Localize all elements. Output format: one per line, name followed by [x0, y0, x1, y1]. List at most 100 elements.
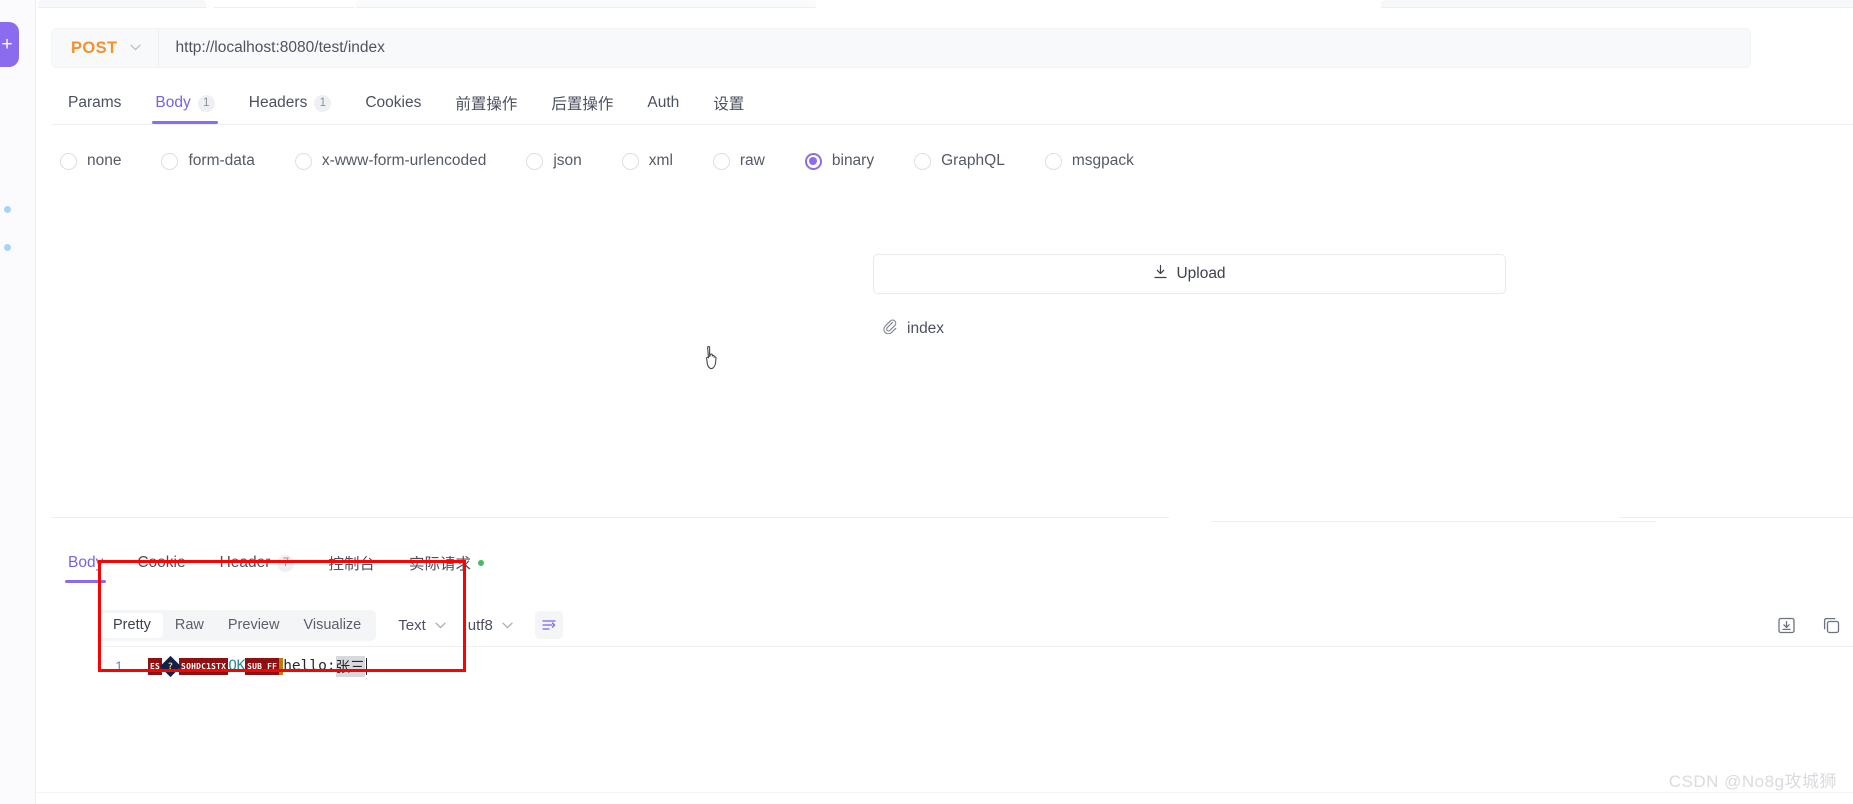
- radio-label: binary: [831, 152, 875, 169]
- tab-label: 后置操作: [551, 96, 614, 113]
- text-caret: [365, 657, 368, 675]
- add-request-button[interactable]: +: [0, 22, 19, 67]
- radio-icon: [914, 152, 932, 170]
- app-window: + POST http://localhost:8080/test/index: [0, 0, 1853, 804]
- top-tab-3[interactable]: [356, 0, 816, 8]
- main-panel: POST http://localhost:8080/test/index Pa…: [36, 0, 1853, 804]
- view-mode-label: Visualize: [303, 617, 362, 633]
- tab-cookies[interactable]: Cookies: [348, 85, 438, 121]
- radio-x-www-form-urlencoded[interactable]: x-www-form-urlencoded: [286, 152, 496, 170]
- method-selector[interactable]: POST: [52, 29, 159, 67]
- upload-icon: [1153, 264, 1168, 285]
- tab-badge: 1: [197, 94, 215, 112]
- top-tab-strip: [36, 0, 1853, 8]
- url-bar-container: POST http://localhost:8080/test/index: [51, 28, 1853, 68]
- tab-label: 实际请求: [408, 556, 471, 573]
- radio-icon: [712, 152, 730, 170]
- line-number: 1: [115, 658, 123, 674]
- tab-label: 设置: [713, 96, 745, 113]
- top-tab-1[interactable]: [38, 0, 206, 8]
- tab-label: Params: [68, 94, 122, 111]
- url-bar: POST http://localhost:8080/test/index: [51, 28, 1751, 68]
- bottom-strip: [36, 792, 1853, 804]
- radio-msgpack[interactable]: msgpack: [1036, 152, 1143, 170]
- radio-json[interactable]: json: [517, 152, 590, 170]
- download-icon[interactable]: [1777, 616, 1796, 635]
- response-actions: [1777, 608, 1841, 642]
- control-char-token-soh: SOHDC1STX: [179, 657, 229, 675]
- watermark: CSDN @No8g攻城狮: [1668, 772, 1837, 791]
- radio-none[interactable]: none: [51, 152, 130, 170]
- view-mode-group: Pretty Raw Preview Visualize: [98, 609, 377, 641]
- tab-post-operation[interactable]: 后置操作: [534, 85, 630, 121]
- radio-label: x-www-form-urlencoded: [321, 152, 487, 169]
- tab-pre-operation[interactable]: 前置操作: [438, 85, 534, 121]
- chevron-down-icon: [435, 616, 446, 634]
- upload-button[interactable]: Upload: [873, 254, 1506, 294]
- response-tab-cookie[interactable]: Cookie: [120, 545, 202, 581]
- text-wrap-icon[interactable]: [534, 611, 563, 639]
- view-mode-visualize[interactable]: Visualize: [291, 613, 373, 638]
- response-tab-console[interactable]: 控制台: [311, 545, 392, 581]
- code-top-divider: [98, 646, 1853, 647]
- tab-params[interactable]: Params: [51, 85, 138, 121]
- plain-text-token: hello:: [283, 658, 336, 674]
- radio-binary[interactable]: binary: [796, 152, 883, 170]
- radio-icon-selected: [804, 152, 822, 170]
- chevron-down-icon: [502, 616, 513, 634]
- response-tab-header[interactable]: Header 7: [203, 545, 312, 581]
- view-mode-label: Pretty: [113, 617, 151, 633]
- tab-headers[interactable]: Headers 1: [232, 85, 349, 121]
- attached-file-name: index: [907, 319, 945, 337]
- radio-xml[interactable]: xml: [613, 152, 682, 170]
- code-line-content: ES ? SOHDC1STX OK SUB FF hello: 张三: [148, 655, 368, 677]
- response-tab-body[interactable]: Body: [51, 545, 120, 583]
- code-line-row[interactable]: 1 ES ? SOHDC1STX OK SUB FF hello: 张三: [98, 654, 368, 678]
- format-select[interactable]: Text: [398, 616, 446, 634]
- tab-badge: 7: [277, 554, 295, 572]
- status-dot-icon: [477, 560, 484, 566]
- response-tabs: Body Cookie Header 7 控制台 实际请求: [51, 545, 501, 587]
- charset-select[interactable]: utf8: [468, 616, 513, 634]
- rail-indicator-dot-2: [4, 244, 11, 251]
- copy-icon[interactable]: [1822, 616, 1841, 635]
- tab-label: Body: [68, 554, 104, 571]
- charset-select-value: utf8: [467, 616, 493, 634]
- radio-form-data[interactable]: form-data: [152, 152, 263, 170]
- view-mode-raw[interactable]: Raw: [163, 613, 216, 638]
- radio-label: msgpack: [1071, 152, 1134, 169]
- top-tab-4[interactable]: [1381, 0, 1853, 8]
- radio-label: form-data: [188, 152, 255, 169]
- url-input[interactable]: http://localhost:8080/test/index: [159, 29, 1750, 67]
- radio-icon: [161, 152, 179, 170]
- selected-text-token: 张三: [335, 655, 365, 677]
- radio-icon: [60, 152, 77, 170]
- attached-file-row[interactable]: index: [882, 318, 944, 339]
- tab-label: Cookie: [137, 554, 186, 571]
- body-type-radio-group: none form-data x-www-form-urlencoded jso…: [51, 141, 1853, 181]
- radio-icon: [1044, 152, 1062, 170]
- tab-auth[interactable]: Auth: [630, 85, 696, 121]
- top-tab-2[interactable]: [214, 0, 354, 8]
- response-tab-actual-request[interactable]: 实际请求: [392, 545, 501, 581]
- paperclip-icon: [882, 318, 897, 339]
- tab-label: Header: [219, 554, 271, 571]
- view-mode-label: Raw: [174, 617, 204, 633]
- radio-raw[interactable]: raw: [704, 152, 774, 170]
- request-tabs-divider: [51, 124, 1853, 125]
- mouse-cursor-icon: [702, 344, 724, 379]
- radio-label: GraphQL: [941, 152, 1005, 169]
- chevron-down-icon: [129, 43, 141, 54]
- panel-divider: [51, 516, 1853, 522]
- view-mode-pretty[interactable]: Pretty: [101, 612, 163, 638]
- radio-graphql[interactable]: GraphQL: [905, 152, 1014, 170]
- divider-gap: [1169, 516, 1619, 519]
- radio-label: json: [553, 152, 582, 169]
- response-body-code: 1 ES ? SOHDC1STX OK SUB FF hello: 张三: [98, 646, 1853, 688]
- tab-settings[interactable]: 设置: [696, 85, 761, 121]
- tab-body[interactable]: Body 1: [138, 85, 231, 124]
- radio-icon: [526, 152, 544, 170]
- view-mode-preview[interactable]: Preview: [216, 613, 292, 638]
- radio-label: raw: [739, 152, 765, 169]
- request-tabs: Params Body 1 Headers 1 Cookies 前置操作 后置操…: [51, 85, 1853, 124]
